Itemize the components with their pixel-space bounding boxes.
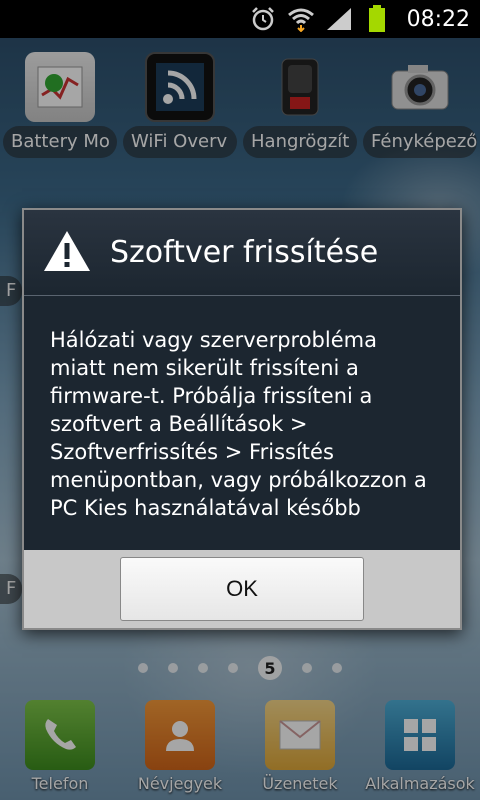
status-bar: 08:22: [0, 0, 480, 38]
battery-icon: [363, 5, 391, 33]
dialog-title: Szoftver frissítése: [110, 235, 379, 270]
dialog-footer: OK: [24, 550, 460, 628]
dialog-body: Hálózati vagy szerverprobléma miatt nem …: [24, 296, 460, 550]
warning-icon: [42, 229, 92, 277]
signal-icon: [325, 5, 353, 33]
wifi-icon: [287, 5, 315, 33]
dialog-header: Szoftver frissítése: [24, 210, 460, 296]
ok-button[interactable]: OK: [120, 557, 364, 621]
dialog-message: Hálózati vagy szerverprobléma miatt nem …: [50, 328, 427, 520]
software-update-dialog: Szoftver frissítése Hálózati vagy szerve…: [22, 208, 462, 630]
status-time: 08:22: [406, 6, 470, 32]
alarm-icon: [249, 5, 277, 33]
